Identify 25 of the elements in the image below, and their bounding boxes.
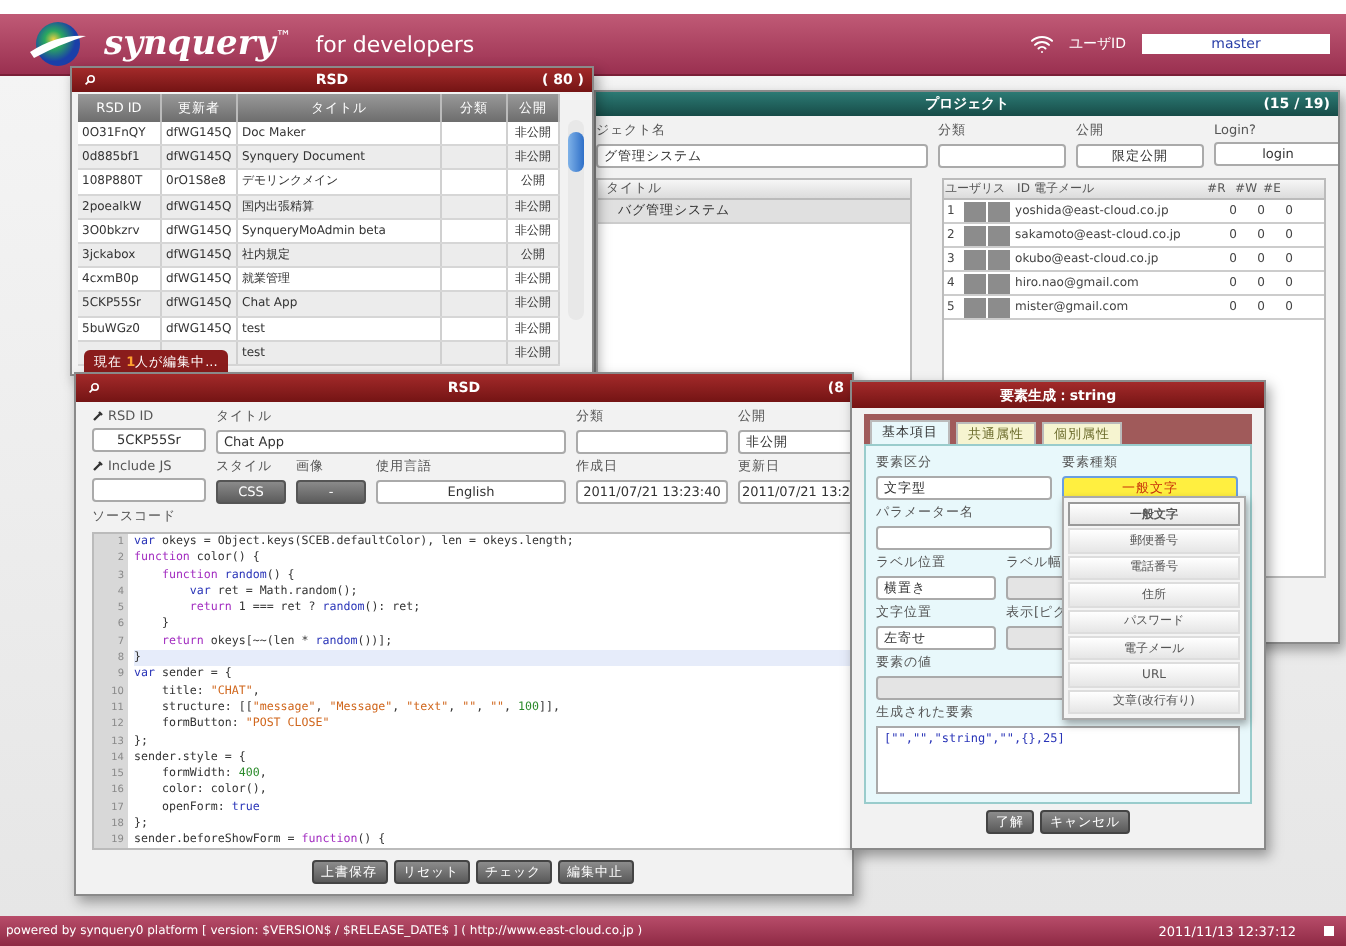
avatar-placeholder (963, 249, 986, 269)
search-icon (84, 74, 96, 86)
code-editor[interactable] (92, 532, 852, 850)
text-field[interactable] (938, 144, 1066, 168)
avatar-placeholder (963, 225, 986, 245)
avatar-placeholder (963, 273, 986, 293)
avatar-placeholder (987, 201, 1010, 221)
avatar-placeholder (987, 249, 1010, 269)
brand-name: synquery (104, 24, 276, 64)
text-field[interactable] (92, 478, 206, 502)
text-field[interactable] (876, 526, 1052, 550)
avatar-placeholder (987, 273, 1010, 293)
avatar-placeholder (963, 201, 986, 221)
trademark-sign: ™ (275, 28, 292, 46)
search-icon (88, 382, 100, 394)
text-field[interactable] (576, 430, 728, 454)
square-icon (1324, 926, 1334, 936)
globe-logo-icon (28, 18, 88, 70)
wrench-icon (92, 410, 104, 422)
avatar-placeholder (987, 297, 1010, 317)
avatar-placeholder (963, 297, 986, 317)
tagline: for developers (315, 31, 475, 57)
scrollbar[interactable] (568, 120, 584, 320)
wrench-icon (92, 460, 104, 472)
avatar-placeholder (987, 225, 1010, 245)
